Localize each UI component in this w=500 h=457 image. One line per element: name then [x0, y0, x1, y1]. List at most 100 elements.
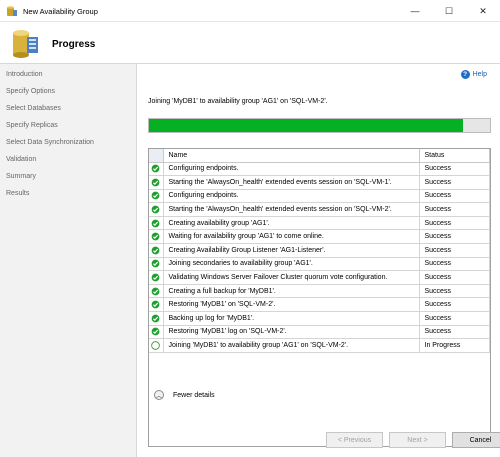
row-status: In Progress — [419, 338, 490, 353]
empty-cell — [149, 407, 163, 421]
sidebar-item-select-databases[interactable]: Select Databases — [6, 105, 61, 112]
table-row[interactable]: Joining 'MyDB1' to availability group 'A… — [149, 338, 490, 353]
row-name: Creating a full backup for 'MyDB1'. — [163, 284, 420, 299]
cancel-button[interactable]: Cancel — [452, 432, 500, 448]
empty-cell — [163, 352, 419, 366]
wizard-content: ? Help Joining 'MyDB1' to availability g… — [138, 64, 500, 457]
row-status-icon-cell — [149, 229, 164, 245]
page-title: Progress — [52, 39, 96, 50]
success-check-icon — [151, 192, 160, 200]
row-status-icon-cell — [149, 202, 164, 217]
row-name: Joining secondaries to availability grou… — [163, 257, 420, 272]
row-status-icon-cell — [149, 162, 164, 177]
app-icon — [7, 6, 17, 16]
fewer-details-label: Fewer details — [173, 391, 215, 399]
row-status-icon-cell — [149, 257, 164, 272]
table-row[interactable]: Configuring endpoints. Success — [149, 162, 490, 177]
row-status: Success — [419, 202, 490, 217]
fewer-details-toggle[interactable]: ︿ Fewer details — [154, 390, 215, 400]
sidebar-item-specify-options[interactable]: Specify Options — [6, 88, 55, 95]
row-status: Success — [419, 243, 490, 258]
row-status: Success — [419, 216, 490, 231]
help-link[interactable]: ? Help — [460, 70, 487, 79]
table-row[interactable]: Backing up log for 'MyDB1'. Success — [149, 311, 490, 326]
grid-header-status[interactable]: Status — [419, 149, 490, 163]
success-check-icon — [151, 260, 160, 268]
row-name: Restoring 'MyDB1' on 'SQL-VM-2'. — [163, 297, 420, 313]
success-check-icon — [151, 178, 160, 187]
sidebar-item-specify-replicas[interactable]: Specify Replicas — [6, 122, 58, 129]
sidebar-item-validation[interactable]: Validation — [6, 156, 36, 163]
row-status-icon-cell — [149, 338, 164, 353]
empty-cell — [149, 352, 163, 366]
row-status: Success — [419, 325, 490, 340]
sidebar-item-summary[interactable]: Summary — [6, 173, 36, 180]
database-wizard-icon — [13, 30, 38, 58]
row-name: Configuring endpoints. — [163, 162, 420, 177]
sidebar-item-results[interactable]: Results — [6, 190, 29, 197]
row-name: Configuring endpoints. — [163, 189, 420, 204]
status-message: Joining 'MyDB1' to availability group 'A… — [148, 98, 328, 105]
table-row[interactable]: Restoring 'MyDB1' on 'SQL-VM-2'. Success — [149, 297, 490, 313]
table-row[interactable]: Creating availability group 'AG1'. Succes… — [149, 216, 490, 231]
empty-cell — [419, 366, 490, 380]
table-row[interactable]: Creating Availability Group Listener 'AG… — [149, 243, 490, 258]
table-row[interactable]: Configuring endpoints. Success — [149, 189, 490, 204]
success-check-icon — [151, 300, 160, 309]
success-check-icon — [151, 314, 160, 323]
row-status-icon-cell — [149, 311, 164, 326]
grid-header-icon — [149, 149, 164, 163]
row-status-icon-cell — [149, 325, 164, 340]
success-check-icon — [151, 246, 160, 255]
empty-cell — [419, 352, 490, 366]
table-row[interactable]: Starting the 'AlwaysOn_health' extended … — [149, 175, 490, 190]
previous-button[interactable]: < Previous — [326, 432, 383, 448]
maximize-button[interactable]: ☐ — [432, 0, 466, 22]
table-row[interactable]: Joining secondaries to availability grou… — [149, 257, 490, 272]
table-row[interactable]: Validating Windows Server Failover Clust… — [149, 270, 490, 285]
table-row[interactable]: Creating a full backup for 'MyDB1'. Succe… — [149, 284, 490, 299]
wizard-sidebar: Introduction Specify Options Select Data… — [0, 64, 137, 457]
row-status-icon-cell — [149, 216, 164, 231]
empty-cell — [149, 366, 163, 380]
progress-fill — [149, 119, 463, 132]
success-check-icon — [151, 205, 160, 214]
row-status-icon-cell — [149, 297, 164, 313]
row-name: Creating Availability Group Listener 'AG… — [163, 243, 420, 258]
success-check-icon — [151, 164, 160, 173]
empty-cell — [163, 366, 419, 380]
close-button[interactable]: ✕ — [466, 0, 500, 22]
row-name: Starting the 'AlwaysOn_health' extended … — [163, 202, 420, 217]
empty-cell — [419, 407, 490, 421]
row-status: Success — [419, 175, 490, 190]
title-bar: New Availability Group — ☐ ✕ — [0, 0, 500, 22]
progress-grid[interactable]: Name Status Configuring endpoints. Succes… — [148, 148, 491, 447]
empty-cell — [163, 407, 419, 421]
success-check-icon — [151, 232, 160, 241]
table-row[interactable]: Restoring 'MyDB1' log on 'SQL-VM-2'. Succ… — [149, 325, 490, 340]
minimize-icon: — — [410, 6, 420, 16]
chevron-up-icon: ︿ — [154, 390, 164, 400]
row-status: Success — [419, 270, 490, 285]
row-status: Success — [419, 162, 490, 177]
next-button[interactable]: Next > — [389, 432, 446, 448]
row-name: Joining 'MyDB1' to availability group 'A… — [163, 338, 420, 353]
sidebar-item-introduction[interactable]: Introduction — [6, 71, 43, 78]
grid-header-name[interactable]: Name — [163, 149, 420, 163]
row-status: Success — [419, 284, 490, 299]
table-row[interactable]: Starting the 'AlwaysOn_health' extended … — [149, 202, 490, 217]
row-status: Success — [419, 257, 490, 272]
empty-row — [149, 352, 490, 366]
empty-cell — [419, 380, 490, 394]
row-name: Waiting for availability group 'AG1' to … — [163, 229, 420, 245]
sidebar-item-select-data-synchronization[interactable]: Select Data Synchronization — [6, 139, 94, 146]
row-status: Success — [419, 311, 490, 326]
success-check-icon — [151, 219, 160, 228]
success-check-icon — [151, 287, 160, 296]
in-progress-icon — [151, 341, 161, 350]
close-icon: ✕ — [479, 5, 487, 16]
row-status-icon-cell — [149, 175, 164, 190]
table-row[interactable]: Waiting for availability group 'AG1' to … — [149, 229, 490, 245]
minimize-button[interactable]: — — [398, 0, 432, 22]
row-status-icon-cell — [149, 270, 164, 285]
